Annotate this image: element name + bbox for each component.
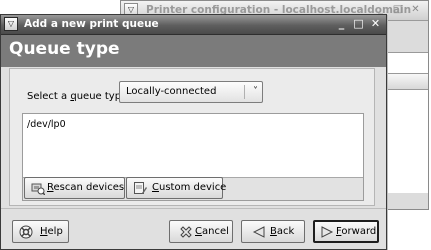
dropdown-separator bbox=[244, 85, 245, 99]
chevron-down-icon: ˅ bbox=[253, 86, 258, 97]
printer-queue-list[interactable] bbox=[387, 52, 428, 193]
forward-button[interactable]: Forward bbox=[313, 220, 379, 243]
page-title: Queue type bbox=[9, 39, 120, 59]
rescan-icon bbox=[31, 183, 45, 195]
help-label: Help bbox=[40, 226, 63, 237]
custom-device-button[interactable]: Custom device bbox=[126, 177, 227, 199]
queue-type-panel: Select a queue type: Locally-connected ˅… bbox=[9, 68, 375, 206]
custom-device-label: Custom device bbox=[152, 182, 227, 193]
cancel-button[interactable]: Cancel bbox=[169, 220, 233, 243]
device-list[interactable]: /dev/lp0 Rescan devices Custom device bbox=[22, 113, 364, 201]
arrow-right-icon bbox=[321, 226, 334, 238]
list-item[interactable]: /dev/lp0 bbox=[27, 119, 66, 130]
maximize-icon[interactable]: □ bbox=[351, 17, 366, 31]
help-button[interactable]: Help bbox=[12, 220, 69, 243]
close-icon[interactable]: ✕ bbox=[368, 17, 383, 31]
page-header: Queue type bbox=[1, 35, 386, 67]
queue-type-selected-value: Locally-connected bbox=[126, 86, 217, 97]
dialog-titlebar[interactable]: ▽ Add a new print queue _ □ ✕ bbox=[1, 15, 386, 35]
custom-device-icon bbox=[134, 182, 147, 194]
dialog-title: Add a new print queue bbox=[24, 18, 159, 30]
arrow-left-icon bbox=[252, 226, 265, 238]
button-bar-separator bbox=[1, 208, 386, 209]
back-button[interactable]: Back bbox=[241, 220, 305, 243]
window-menu-icon[interactable]: ▽ bbox=[4, 17, 18, 31]
printer-queue-list-header[interactable] bbox=[388, 73, 428, 90]
cancel-label: Cancel bbox=[195, 226, 229, 237]
device-buttons-bar: Rescan devices Custom device bbox=[23, 177, 363, 200]
back-label: Back bbox=[270, 226, 295, 237]
rescan-devices-button[interactable]: Rescan devices bbox=[24, 177, 125, 199]
maximize-icon[interactable]: □ bbox=[390, 3, 405, 17]
help-icon bbox=[19, 225, 33, 239]
cancel-icon bbox=[180, 226, 192, 238]
add-print-queue-dialog: ▽ Add a new print queue _ □ ✕ Queue type… bbox=[0, 14, 387, 250]
queue-type-label: Select a queue type: bbox=[27, 91, 131, 102]
rescan-devices-label: Rescan devices bbox=[47, 182, 125, 193]
queue-type-dropdown[interactable]: Locally-connected ˅ bbox=[119, 81, 263, 103]
forward-label: Forward bbox=[336, 226, 377, 237]
minimize-icon[interactable]: _ bbox=[334, 17, 349, 31]
close-icon[interactable]: ✕ bbox=[408, 3, 423, 17]
